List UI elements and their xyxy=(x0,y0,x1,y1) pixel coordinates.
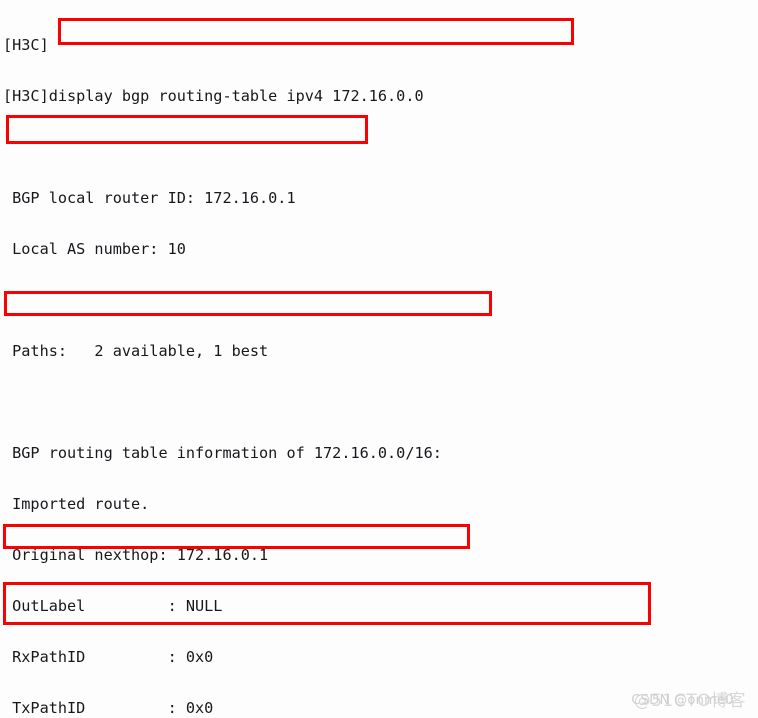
terminal-line: [H3C] xyxy=(3,36,49,54)
terminal-line-prefix: BGP routing table information of 172.16.… xyxy=(3,444,442,462)
terminal-line-outlabel-1: OutLabel : NULL xyxy=(3,597,223,615)
terminal-line-rxpathid-1: RxPathID : 0x0 xyxy=(3,648,214,666)
terminal-line-txpathid-1: TxPathID : 0x0 xyxy=(3,699,214,717)
terminal-line-nexthop-1: Original nexthop: 172.16.0.1 xyxy=(3,546,269,564)
terminal-line-paths: Paths: 2 available, 1 best xyxy=(3,342,269,360)
terminal-line-router-id: BGP local router ID: 172.16.0.1 xyxy=(3,189,296,207)
terminal-line-local-as: Local AS number: 10 xyxy=(3,240,186,258)
terminal-line-command: [H3C]display bgp routing-table ipv4 172.… xyxy=(3,87,424,105)
terminal-screenshot: [H3C] [H3C]display bgp routing-table ipv… xyxy=(0,0,758,718)
terminal-console[interactable]: [H3C] [H3C]display bgp routing-table ipv… xyxy=(0,0,758,718)
terminal-line-imported: Imported route. xyxy=(3,495,150,513)
